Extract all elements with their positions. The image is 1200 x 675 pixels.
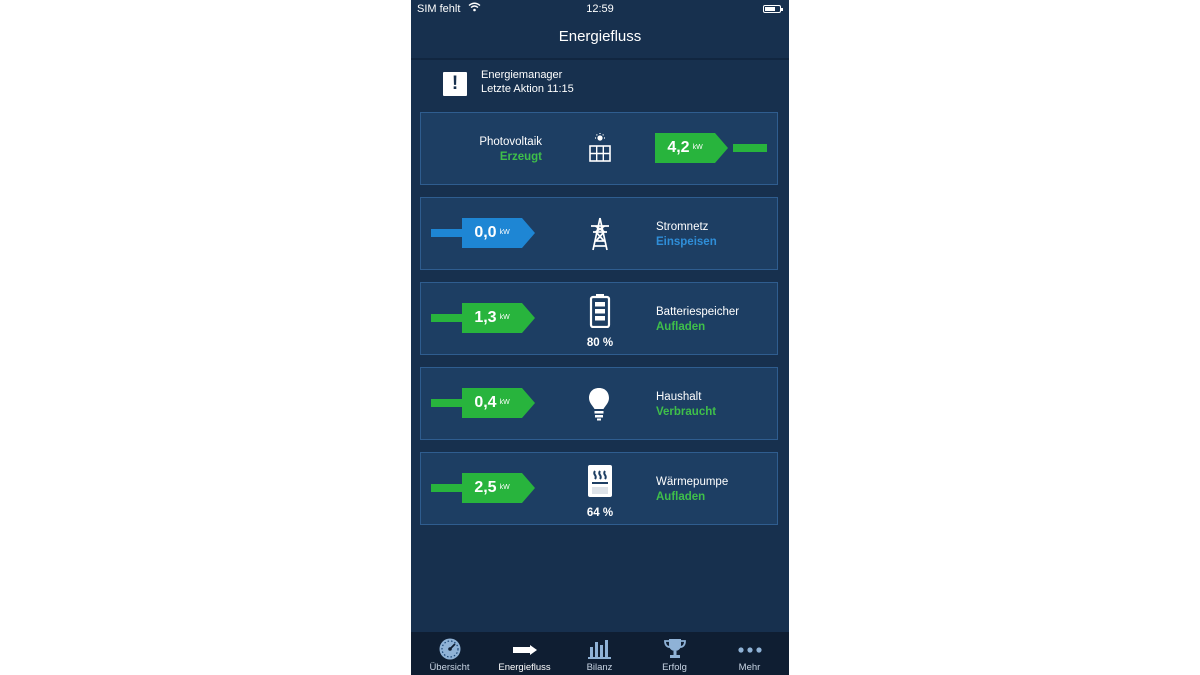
card-stromnetz[interactable]: 0,0 kW Stromnetz Einspeisen [420,197,778,270]
alert-icon [443,72,467,96]
tab-label: Erfolg [662,662,687,673]
more-dots-icon [737,637,763,659]
power-unit: kW [499,229,510,236]
card-status: Erzeugt [499,151,542,163]
gauge-icon [437,637,463,660]
flow-line [431,484,465,492]
bar-chart-icon [587,637,613,659]
card-status: Einspeisen [656,236,717,248]
power-value: 4,2 [667,139,690,157]
tab-label: Bilanz [586,662,613,673]
tab-label: Mehr [738,662,761,673]
card-label: Stromnetz [656,221,709,233]
header-divider [411,58,789,60]
heat-pump-icon [587,464,617,500]
clock-text: 12:59 [586,3,614,15]
card-status: Verbraucht [656,406,717,418]
flow-line [431,229,465,237]
flow-line [431,399,465,407]
battery-icon [589,294,619,330]
tab-bar: Übersicht Energiefluss Bilanz Erfolg Meh… [411,632,789,675]
flow-icon [512,637,538,659]
solar-panel-icon [587,133,617,169]
tab-bilanz[interactable]: Bilanz [562,632,637,675]
power-unit: kW [499,399,510,406]
status-bar: SIM fehlt 12:59 [411,0,789,20]
power-value: 1,3 [474,309,497,327]
card-status: Aufladen [656,491,706,503]
tab-label: Energiefluss [498,662,551,673]
card-photovoltaik[interactable]: Photovoltaik Erzeugt 4,2 kW [420,112,778,185]
page-title: Energiefluss [558,28,642,45]
power-value: 0,0 [474,224,497,242]
energy-manager-row[interactable]: Energiemanager Letzte Aktion 11:15 [443,69,763,100]
flow-line [431,314,465,322]
card-status: Aufladen [656,321,706,333]
card-label: Photovoltaik [479,136,542,148]
power-unit: kW [692,144,703,151]
power-unit: kW [499,484,510,491]
tab-uebersicht[interactable]: Übersicht [412,632,487,675]
tab-erfolg[interactable]: Erfolg [637,632,712,675]
power-unit: kW [499,314,510,321]
card-batteriespeicher[interactable]: 1,3 kW 80 % Batteriespeicher Aufladen [420,282,778,355]
manager-last-action: Letzte Aktion 11:15 [481,83,574,95]
card-label: Batteriespeicher [656,306,740,318]
tab-energiefluss[interactable]: Energiefluss [487,632,562,675]
card-waermepumpe[interactable]: 2,5 kW 64 % Wärmepumpe Aufladen [420,452,778,525]
tab-label: Übersicht [429,662,470,673]
trophy-icon [662,637,688,659]
card-label: Wärmepumpe [656,476,729,488]
card-haushalt[interactable]: 0,4 kW Haushalt Verbraucht [420,367,778,440]
heat-pump-percent: 64 % [586,507,614,519]
manager-title: Energiemanager [481,69,563,81]
tab-mehr[interactable]: Mehr [712,632,787,675]
power-value: 2,5 [474,479,497,497]
light-bulb-icon [587,386,617,422]
battery-status-icon [763,5,783,13]
phone-screen: SIM fehlt 12:59 Energiefluss Energiemana… [411,0,789,675]
power-tower-icon [587,216,617,252]
power-value: 0,4 [474,394,497,412]
flow-line [733,144,767,152]
card-label: Haushalt [656,391,702,403]
battery-percent: 80 % [586,337,614,349]
